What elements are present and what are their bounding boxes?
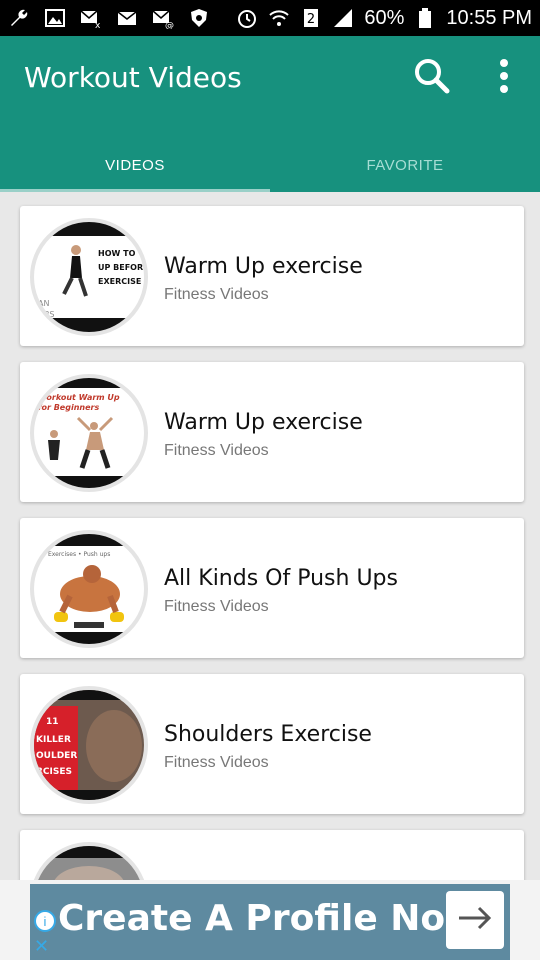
video-subtitle: Fitness Videos — [164, 754, 269, 771]
svg-text:RCISES: RCISES — [36, 767, 72, 777]
status-bar: x @ 2 60% 10:55 PM — [0, 0, 540, 36]
svg-text:KILLER: KILLER — [36, 735, 71, 745]
video-card[interactable]: Exercises • Push ups All Kinds Of Push U… — [20, 518, 524, 658]
video-subtitle: Fitness Videos — [164, 598, 269, 615]
video-thumbnail: Workout Warm Up for Beginners — [30, 374, 148, 492]
wifi-icon — [268, 7, 290, 29]
video-card[interactable]: HOW TO V UP BEFORI EXERCISE AN NBS Warm … — [20, 206, 524, 346]
svg-text:UP BEFORI: UP BEFORI — [98, 263, 144, 272]
svg-text:EXERCISE: EXERCISE — [98, 277, 141, 286]
video-thumbnail: HOW TO V UP BEFORI EXERCISE AN NBS — [30, 218, 148, 336]
search-icon — [413, 57, 451, 100]
video-card[interactable]: Workout Warm Up for Beginners Warm Up ex… — [20, 362, 524, 502]
video-thumbnail: Exercises • Push ups — [30, 530, 148, 648]
video-title: All Kinds Of Push Ups — [164, 566, 398, 591]
video-subtitle: Fitness Videos — [164, 442, 269, 459]
svg-text:NBS: NBS — [38, 310, 54, 319]
mail-at-icon: @ — [152, 7, 174, 29]
svg-text:AN: AN — [38, 299, 49, 308]
tab-bar: VIDEOS FAVORITE — [0, 138, 540, 192]
ad-open-button[interactable] — [446, 891, 504, 949]
video-thumbnail: 11 KILLER OULDER RCISES — [30, 686, 148, 804]
shield-icon — [188, 7, 210, 29]
system-icons: 2 60% 10:55 PM — [236, 7, 532, 30]
image-icon — [44, 7, 66, 29]
svg-text:2: 2 — [307, 12, 315, 27]
svg-text:x: x — [95, 21, 101, 29]
overflow-menu-button[interactable] — [482, 56, 526, 100]
svg-text:for Beginners: for Beginners — [38, 403, 99, 412]
video-title: Shoulders Exercise — [164, 722, 372, 747]
sim-icon: 2 — [300, 7, 322, 29]
svg-text:11: 11 — [46, 717, 59, 727]
battery-icon — [414, 7, 436, 29]
video-subtitle: Fitness Videos — [164, 286, 269, 303]
mail-x-icon: x — [80, 7, 102, 29]
svg-text:OULDER: OULDER — [36, 751, 77, 761]
ad-banner[interactable]: Create A Profile Now i ✕ — [30, 884, 510, 960]
search-button[interactable] — [410, 56, 454, 100]
app-title: Workout Videos — [24, 61, 242, 94]
more-vertical-icon — [498, 57, 510, 100]
svg-text:Workout Warm Up: Workout Warm Up — [38, 393, 120, 402]
video-thumbnail — [30, 842, 148, 880]
tab-favorite[interactable]: FAVORITE — [270, 138, 540, 192]
svg-text:HOW TO V: HOW TO V — [98, 249, 144, 258]
video-title: Warm Up exercise — [164, 254, 363, 279]
arrow-right-icon — [455, 903, 495, 938]
wrench-icon — [8, 7, 30, 29]
video-title: Warm Up exercise — [164, 410, 363, 435]
notification-icons: x @ — [8, 7, 210, 29]
video-list[interactable]: HOW TO V UP BEFORI EXERCISE AN NBS Warm … — [0, 192, 540, 880]
battery-percent: 60% — [364, 6, 405, 29]
svg-text:@: @ — [165, 21, 174, 29]
clock-time: 10:55 PM — [446, 6, 532, 29]
video-card[interactable] — [20, 830, 524, 880]
app-bar: Workout Videos VIDEOS FAVORITE — [0, 36, 540, 192]
signal-icon — [332, 7, 354, 29]
ad-info-icon[interactable]: i — [34, 910, 56, 932]
alarm-icon — [236, 7, 258, 29]
video-card[interactable]: 11 KILLER OULDER RCISES Shoulders Exerci… — [20, 674, 524, 814]
ad-close-icon[interactable]: ✕ — [34, 936, 49, 957]
mail-icon — [116, 7, 138, 29]
ad-text: Create A Profile Now — [58, 898, 479, 939]
tab-videos[interactable]: VIDEOS — [0, 138, 270, 192]
svg-text:Exercises • Push ups: Exercises • Push ups — [48, 551, 110, 558]
